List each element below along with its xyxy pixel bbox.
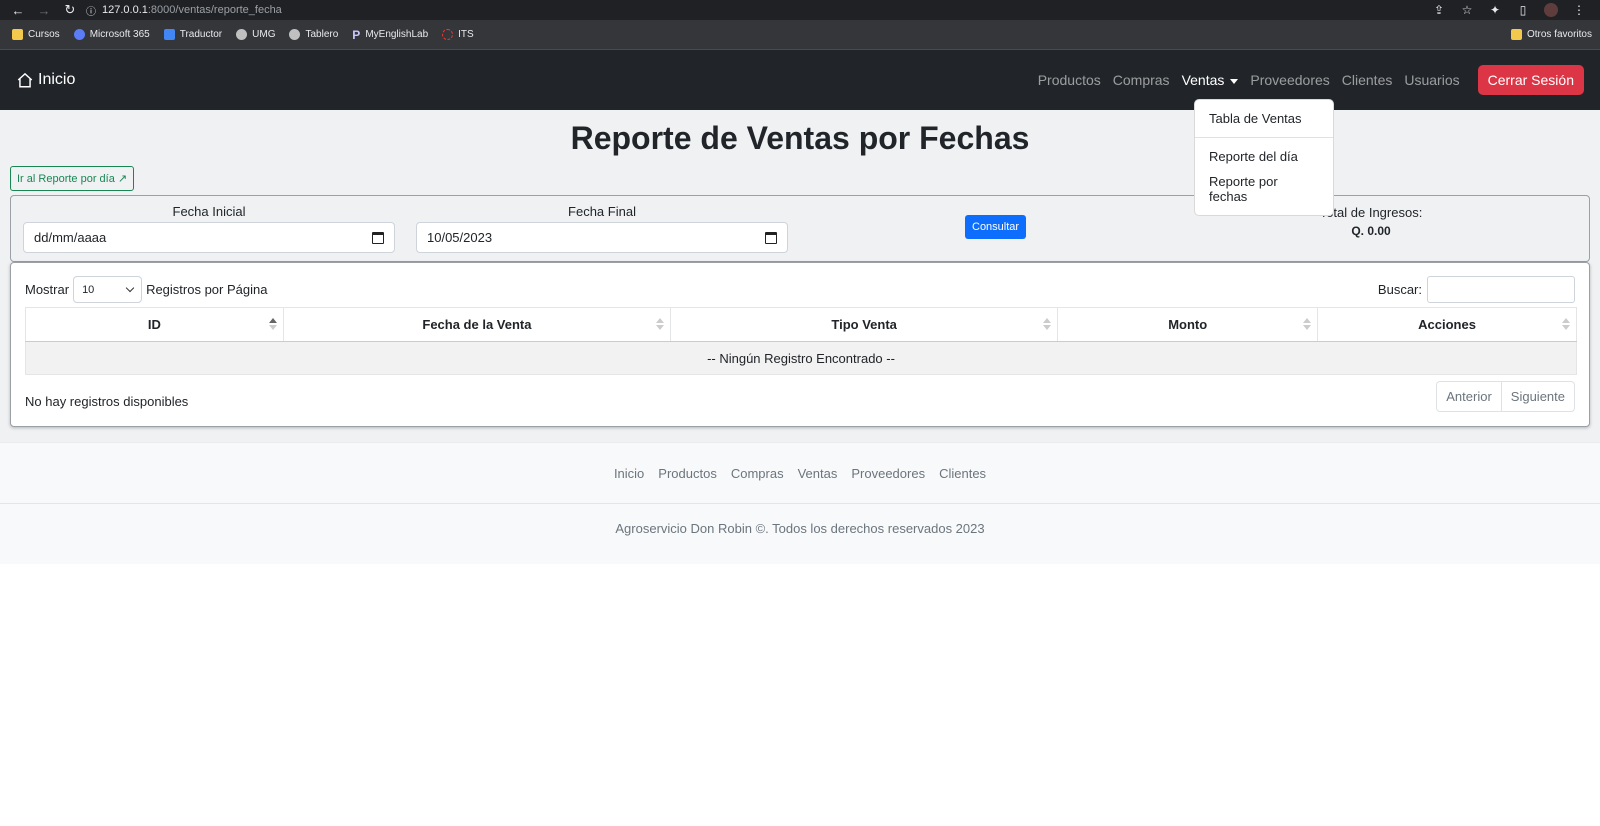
nav-proveedores[interactable]: Proveedores — [1244, 72, 1335, 88]
microsoft-365-icon — [73, 29, 85, 40]
calendar-icon[interactable] — [765, 231, 777, 244]
pearson-icon: P — [352, 27, 361, 42]
start-date-input[interactable]: dd/mm/aaaa — [23, 222, 395, 253]
report-day-button[interactable]: Ir al Reporte por día ↗ — [10, 166, 135, 191]
column-header-acciones[interactable]: Acciones — [1317, 307, 1577, 342]
url-host: 127.0.0.1 — [102, 4, 148, 16]
next-page-button[interactable]: Siguiente — [1500, 382, 1574, 411]
bookmark-cursos[interactable]: Cursos — [12, 29, 60, 40]
footer-link-compras[interactable]: Compras — [731, 466, 784, 481]
search-input[interactable] — [1427, 276, 1575, 303]
filter-card: Fecha Inicial dd/mm/aaaa Fecha Final 10/… — [10, 195, 1590, 262]
menu-icon[interactable]: ⋮ — [1572, 3, 1586, 17]
search-label: Buscar: — [1377, 282, 1422, 297]
folder-icon — [12, 29, 23, 40]
sort-icon — [1043, 318, 1052, 332]
page-footer: Inicio Productos Compras Ventas Proveedo… — [0, 442, 1600, 564]
forward-icon[interactable]: → — [36, 2, 52, 18]
bookmark-microsoft-365[interactable]: Microsoft 365 — [73, 29, 150, 40]
table-info: No hay registros disponibles — [25, 394, 189, 409]
dropdown-reporte-dia[interactable]: Reporte del día — [1195, 144, 1333, 169]
house-icon — [17, 72, 33, 88]
nav-productos[interactable]: Productos — [1032, 72, 1107, 88]
column-header-id[interactable]: ID — [25, 307, 284, 342]
bookmark-traductor[interactable]: Traductor — [163, 29, 222, 40]
url-path: :8000/ventas/reporte_fecha — [147, 4, 282, 16]
column-header-monto[interactable]: Monto — [1057, 307, 1319, 342]
translate-icon — [163, 29, 175, 40]
profile-avatar[interactable] — [1544, 3, 1558, 17]
star-icon[interactable]: ☆ — [1460, 3, 1474, 17]
per-page-label: Registros por Página — [146, 282, 268, 297]
dropdown-tabla-ventas[interactable]: Tabla de Ventas — [1195, 106, 1333, 131]
start-date-label: Fecha Inicial — [172, 204, 246, 219]
logout-button[interactable]: Cerrar Sesión — [1477, 65, 1584, 95]
bookmarks-bar: Cursos Microsoft 365 Traductor UMG Table… — [0, 20, 1600, 50]
nav-clientes[interactable]: Clientes — [1336, 72, 1399, 88]
info-icon: ⓘ — [86, 6, 96, 18]
tablero-icon — [289, 29, 301, 40]
sort-icon — [1303, 318, 1312, 332]
footer-link-ventas[interactable]: Ventas — [798, 466, 838, 481]
table-header-row: ID Fecha de la Venta Tipo Venta Monto Ac… — [25, 307, 1577, 342]
bookmark-its[interactable]: ITS — [442, 29, 474, 40]
end-date-label: Fecha Final — [568, 204, 636, 219]
sales-table-card: Mostrar 10 Registros por Página Buscar: … — [10, 262, 1590, 427]
start-date-group: Fecha Inicial dd/mm/aaaa — [23, 204, 395, 253]
sort-icon — [268, 318, 277, 332]
ventas-dropdown-menu: Tabla de Ventas Reporte del día Reporte … — [1194, 99, 1334, 216]
bookmark-tablero[interactable]: Tablero — [289, 29, 338, 40]
start-date-value: dd/mm/aaaa — [34, 230, 107, 245]
sort-icon — [1562, 318, 1570, 332]
column-header-fecha[interactable]: Fecha de la Venta — [282, 307, 672, 342]
footer-link-inicio[interactable]: Inicio — [614, 466, 644, 481]
footer-link-clientes[interactable]: Clientes — [939, 466, 986, 481]
its-icon — [442, 29, 454, 40]
prev-page-button[interactable]: Anterior — [1437, 382, 1501, 411]
page-size-select[interactable]: 10 — [73, 276, 143, 303]
sidepanel-icon[interactable]: ▯ — [1516, 3, 1530, 17]
footer-link-proveedores[interactable]: Proveedores — [851, 466, 925, 481]
dropdown-reporte-fechas[interactable]: Reporte por fechas — [1195, 169, 1333, 209]
footer-link-productos[interactable]: Productos — [658, 466, 717, 481]
calendar-icon[interactable] — [372, 231, 384, 244]
sales-table: ID Fecha de la Venta Tipo Venta Monto Ac… — [25, 307, 1577, 375]
share-icon[interactable]: ⇪ — [1432, 3, 1446, 17]
end-date-input[interactable]: 10/05/2023 — [416, 222, 788, 253]
address-bar[interactable]: ⓘ 127.0.0.1 :8000/ventas/reporte_fecha — [86, 1, 1432, 19]
main-content: Reporte de Ventas por Fechas Ir al Repor… — [0, 110, 1600, 442]
consultar-button[interactable]: Consultar — [965, 215, 1027, 239]
page-title: Reporte de Ventas por Fechas — [570, 120, 1030, 156]
app-navbar: Inicio Productos Compras Ventas Proveedo… — [0, 50, 1600, 110]
sort-icon — [656, 318, 665, 332]
page-size-control: Mostrar 10 Registros por Página — [25, 276, 267, 303]
footer-nav: Inicio Productos Compras Ventas Proveedo… — [0, 443, 1600, 504]
nav-ventas-dropdown[interactable]: Ventas — [1176, 72, 1245, 88]
nav-usuarios[interactable]: Usuarios — [1398, 72, 1465, 88]
reload-icon[interactable]: ↻ — [62, 2, 78, 18]
bookmark-umg[interactable]: UMG — [236, 29, 275, 40]
nav-compras[interactable]: Compras — [1107, 72, 1176, 88]
extensions-icon[interactable]: ✦ — [1488, 3, 1502, 17]
brand-home-link[interactable]: Inicio — [16, 71, 75, 89]
dropdown-divider — [1195, 137, 1333, 138]
end-date-group: Fecha Final 10/05/2023 — [416, 204, 788, 253]
end-date-value: 10/05/2023 — [427, 230, 493, 245]
bookmark-otros-favoritos[interactable]: Otros favoritos — [1510, 29, 1600, 40]
empty-message: -- Ningún Registro Encontrado -- — [25, 341, 1577, 375]
column-header-tipo[interactable]: Tipo Venta — [670, 307, 1059, 342]
browser-toolbar: ← → ↻ ⓘ 127.0.0.1 :8000/ventas/reporte_f… — [0, 0, 1600, 20]
total-income-value: Q. 0.00 — [1351, 224, 1391, 238]
back-icon[interactable]: ← — [10, 2, 26, 18]
table-row: -- Ningún Registro Encontrado -- — [25, 341, 1577, 375]
umg-icon — [236, 29, 248, 40]
caret-down-icon — [1230, 78, 1239, 84]
pagination: Anterior Siguiente — [1436, 381, 1575, 412]
chevron-down-icon — [125, 283, 135, 293]
search-control: Buscar: — [1378, 276, 1575, 303]
show-label: Mostrar — [25, 282, 70, 297]
bookmark-myenglishlab[interactable]: P MyEnglishLab — [352, 28, 428, 42]
copyright: Agroservicio Don Robin ©. Todos los dere… — [615, 521, 985, 536]
folder-icon — [1510, 29, 1522, 40]
